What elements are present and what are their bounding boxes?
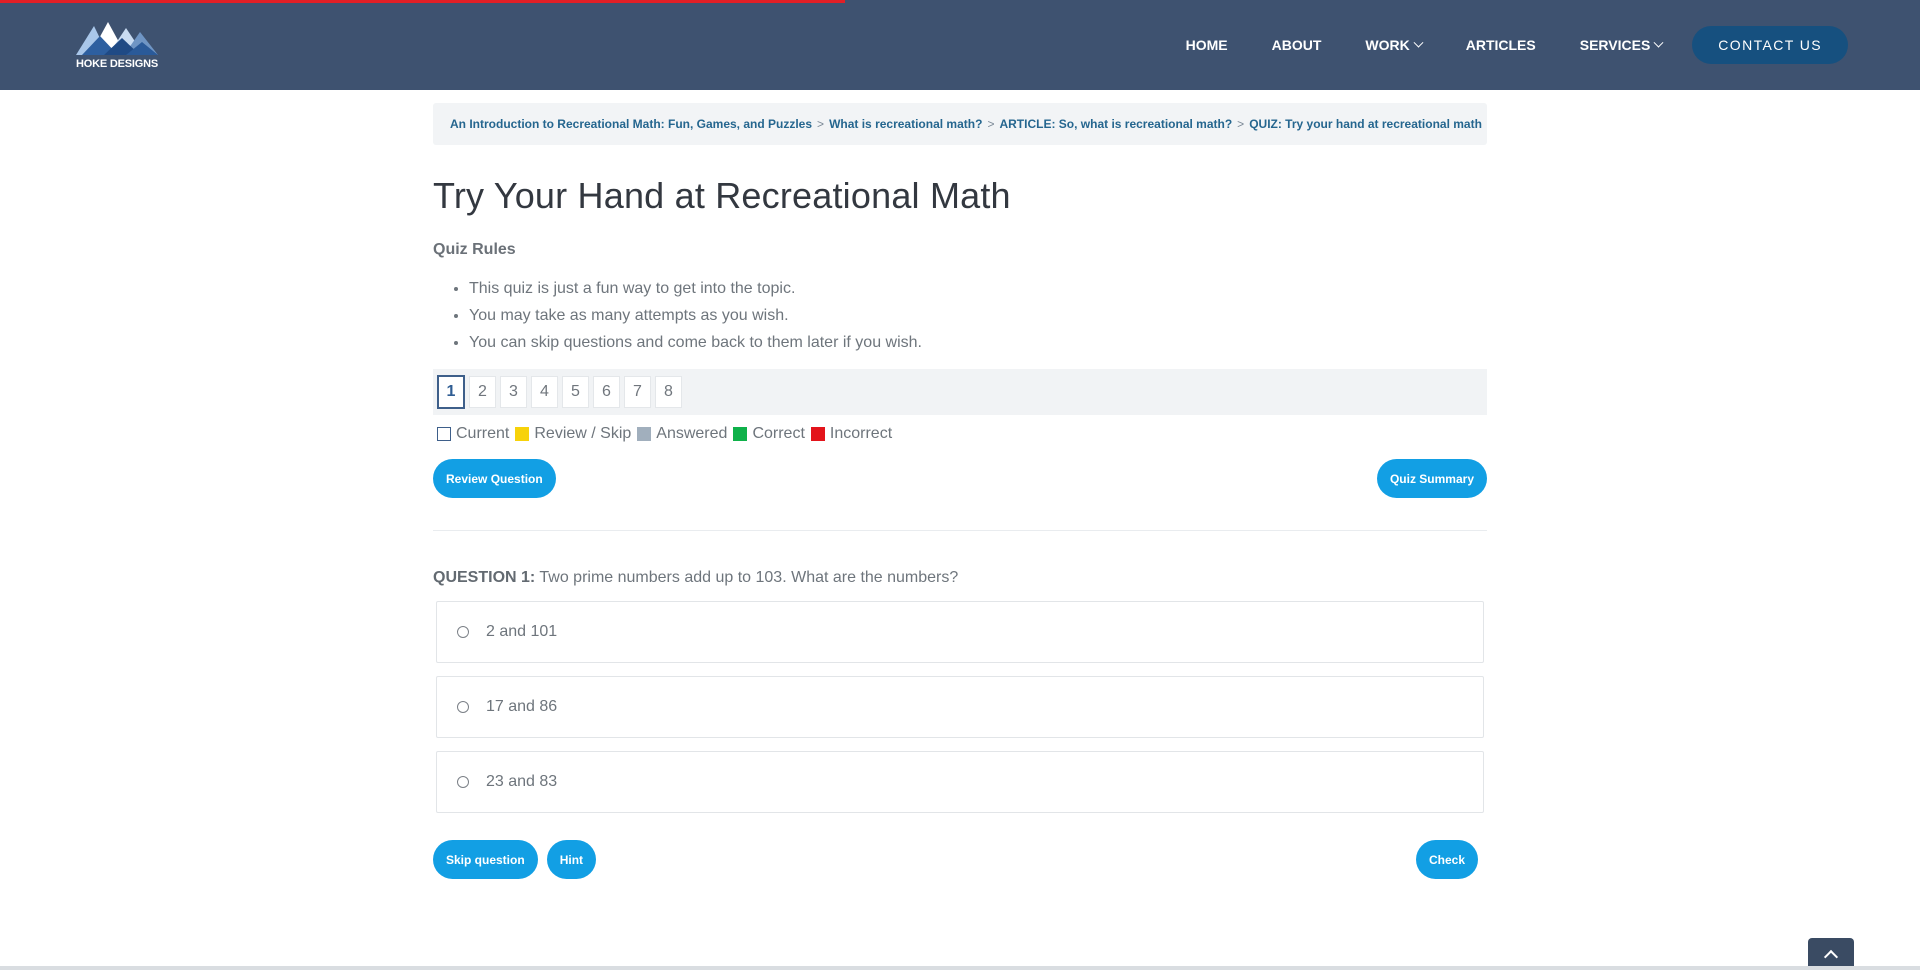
nav-work-label: WORK bbox=[1365, 37, 1410, 53]
nav-services-label: SERVICES bbox=[1579, 37, 1651, 53]
logo[interactable]: HOKE DESIGNS bbox=[74, 18, 160, 72]
hint-button[interactable]: Hint bbox=[546, 840, 597, 879]
breadcrumb-separator: > bbox=[1237, 117, 1245, 131]
site-header: HOKE DESIGNS HOME ABOUT WORK ARTICLES SE… bbox=[0, 0, 1920, 90]
chevron-down-icon bbox=[1653, 37, 1664, 48]
answer-text: 17 and 86 bbox=[486, 698, 558, 715]
question-nav-2[interactable]: 2 bbox=[469, 376, 496, 408]
question-nav-3[interactable]: 3 bbox=[500, 376, 527, 408]
question-nav-5[interactable]: 5 bbox=[562, 376, 589, 408]
main-content: An Introduction to Recreational Math: Fu… bbox=[433, 90, 1487, 879]
legend-swatch-answered bbox=[637, 427, 652, 441]
radio-button[interactable] bbox=[457, 776, 469, 788]
breadcrumb: An Introduction to Recreational Math: Fu… bbox=[433, 103, 1487, 145]
answer-option-1[interactable]: 2 and 101 bbox=[436, 601, 1484, 663]
answer-option-2[interactable]: 17 and 86 bbox=[436, 676, 1484, 738]
rule-item: This quiz is just a fun way to get into … bbox=[469, 279, 1487, 298]
quiz-actions-row: Review Question Quiz Summary bbox=[433, 459, 1487, 498]
page-progress-bar bbox=[0, 0, 845, 3]
nav-articles[interactable]: ARTICLES bbox=[1466, 37, 1536, 53]
question-nav-1[interactable]: 1 bbox=[437, 375, 465, 409]
question-status-legend: Current Review / Skip Answered Correct I… bbox=[433, 425, 1487, 443]
quiz-rules-heading: Quiz Rules bbox=[433, 241, 516, 258]
chevron-down-icon bbox=[1413, 37, 1424, 48]
nav-about-label: ABOUT bbox=[1271, 37, 1322, 53]
skip-question-button[interactable]: Skip question bbox=[433, 840, 538, 879]
rule-item: You can skip questions and come back to … bbox=[469, 333, 1487, 352]
quiz-summary-button[interactable]: Quiz Summary bbox=[1376, 459, 1487, 498]
legend-label-correct: Correct bbox=[752, 425, 805, 442]
legend-label-current: Current bbox=[456, 425, 510, 442]
answer-text: 2 and 101 bbox=[486, 623, 558, 640]
question-nav-8[interactable]: 8 bbox=[655, 376, 682, 408]
page-title: Try Your Hand at Recreational Math bbox=[433, 175, 1011, 216]
legend-label-answered: Answered bbox=[656, 425, 728, 442]
legend-swatch-current bbox=[437, 427, 451, 441]
footer-edge bbox=[0, 966, 1920, 970]
radio-button[interactable] bbox=[457, 701, 469, 713]
mountain-logo-icon bbox=[76, 22, 158, 55]
question-text: Two prime numbers add up to 103. What ar… bbox=[539, 569, 959, 586]
answer-text: 23 and 83 bbox=[486, 773, 558, 790]
legend-swatch-correct bbox=[733, 427, 748, 441]
contact-us-button[interactable]: CONTACT US bbox=[1692, 26, 1848, 64]
nav-home-label: HOME bbox=[1185, 37, 1228, 53]
question-nav-7[interactable]: 7 bbox=[624, 376, 651, 408]
rule-item: You may take as many attempts as you wis… bbox=[469, 306, 1487, 325]
legend-swatch-review bbox=[515, 427, 530, 441]
nav-articles-label: ARTICLES bbox=[1465, 37, 1536, 53]
section-divider bbox=[433, 530, 1487, 531]
question-prompt: QUESTION 1: Two prime numbers add up to … bbox=[433, 569, 1487, 587]
legend-swatch-incorrect bbox=[810, 427, 825, 441]
breadcrumb-lesson[interactable]: What is recreational math? bbox=[829, 117, 982, 131]
breadcrumb-course[interactable]: An Introduction to Recreational Math: Fu… bbox=[450, 117, 812, 131]
nav-work[interactable]: WORK bbox=[1365, 37, 1424, 53]
nav-services[interactable]: SERVICES bbox=[1579, 37, 1664, 53]
legend-label-incorrect: Incorrect bbox=[829, 425, 893, 442]
nav-about[interactable]: ABOUT bbox=[1272, 37, 1322, 53]
question-navigator: 1 2 3 4 5 6 7 8 bbox=[433, 369, 1487, 415]
nav-home[interactable]: HOME bbox=[1186, 37, 1228, 53]
main-nav: HOME ABOUT WORK ARTICLES SERVICES CONTAC… bbox=[1142, 0, 1848, 90]
check-button[interactable]: Check bbox=[1415, 840, 1478, 879]
quiz-rules-list: This quiz is just a fun way to get into … bbox=[433, 279, 1487, 352]
question-actions-row: Skip question Hint Check bbox=[433, 840, 1487, 879]
breadcrumb-separator: > bbox=[817, 117, 825, 131]
breadcrumb-article[interactable]: ARTICLE: So, what is recreational math? bbox=[999, 117, 1232, 131]
answer-option-3[interactable]: 23 and 83 bbox=[436, 751, 1484, 813]
breadcrumb-quiz[interactable]: QUIZ: Try your hand at recreational math bbox=[1249, 117, 1482, 131]
review-question-button[interactable]: Review Question bbox=[433, 459, 556, 498]
breadcrumb-separator: > bbox=[987, 117, 995, 131]
logo-text: HOKE DESIGNS bbox=[76, 58, 158, 70]
radio-button[interactable] bbox=[457, 626, 469, 638]
question-nav-4[interactable]: 4 bbox=[531, 376, 558, 408]
legend-label-review: Review / Skip bbox=[534, 425, 632, 442]
question-number: QUESTION 1: bbox=[433, 569, 536, 586]
question-nav-6[interactable]: 6 bbox=[593, 376, 620, 408]
chevron-up-icon bbox=[1823, 949, 1839, 965]
